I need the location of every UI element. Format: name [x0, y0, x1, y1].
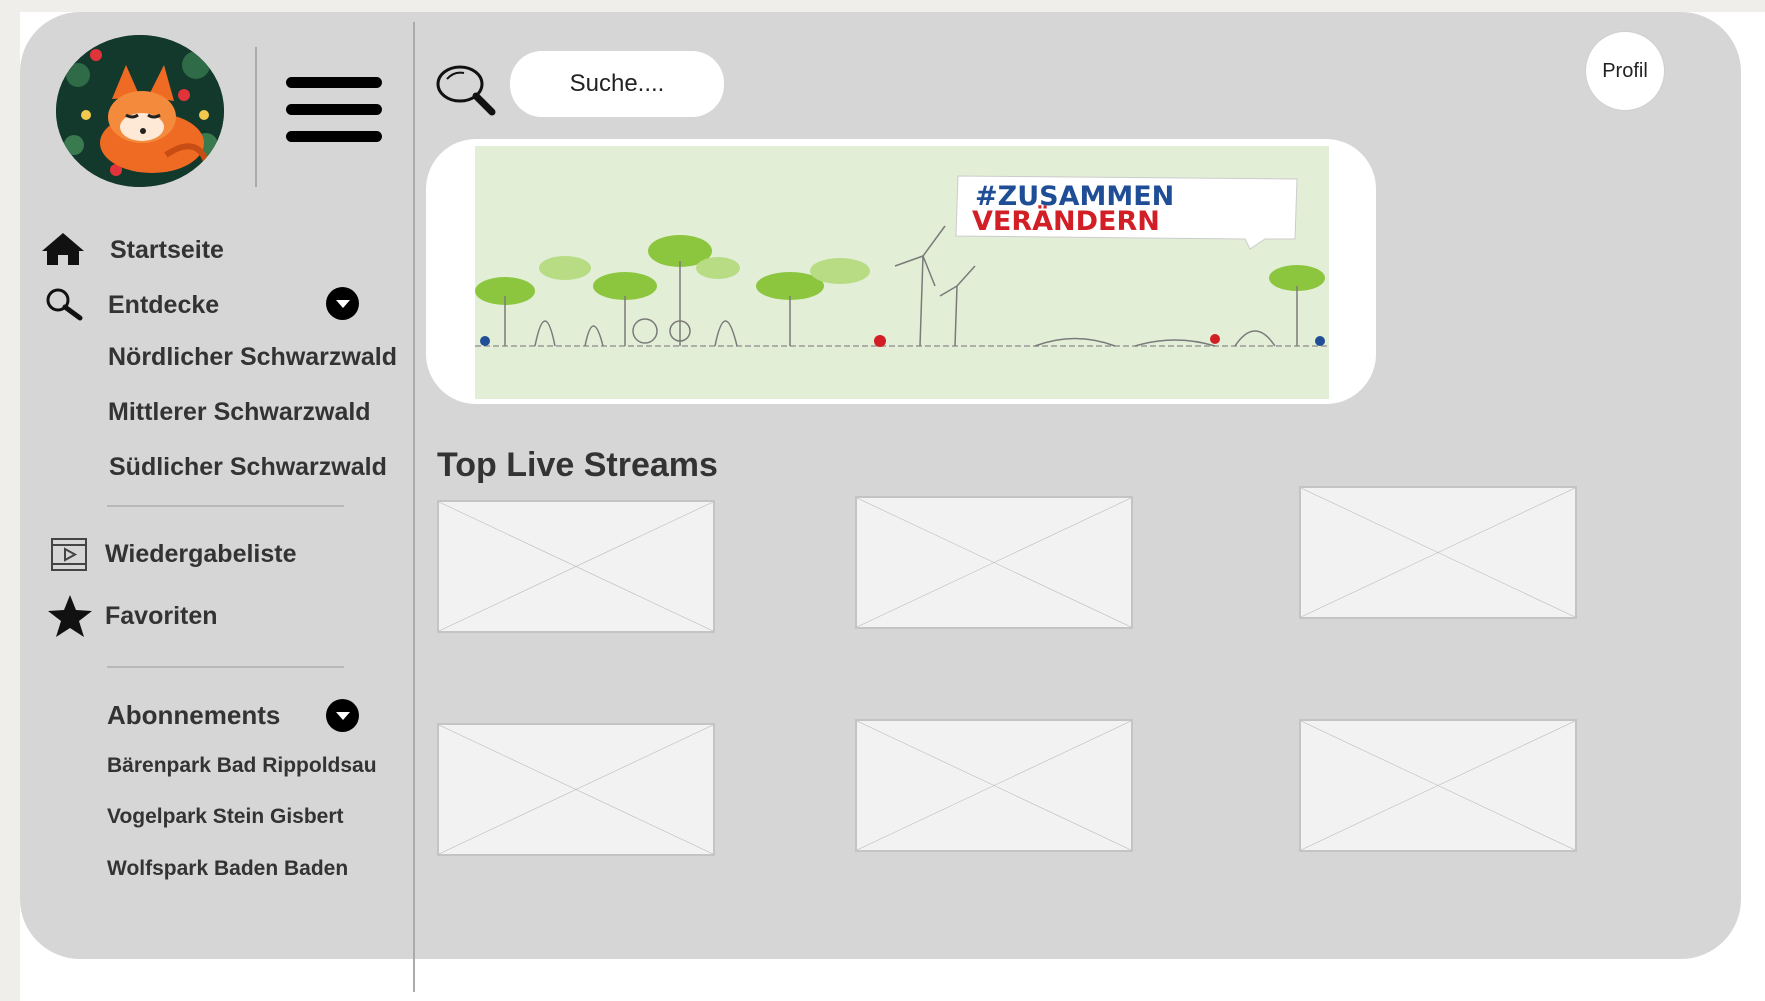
banner-slogan-text: VERÄNDERN: [972, 205, 1160, 237]
discover-sub-middle[interactable]: Mittlerer Schwarzwald: [108, 398, 371, 427]
image-placeholder-icon: [1301, 721, 1575, 850]
stream-thumbnail[interactable]: [437, 500, 715, 633]
logo-divider: [255, 47, 257, 187]
menu-bar: [286, 131, 382, 142]
subscriptions-expand-button[interactable]: [326, 699, 359, 732]
search-input[interactable]: [510, 51, 724, 117]
sidebar-separator: [107, 666, 344, 668]
subscription-item[interactable]: Bärenpark Bad Rippoldsau: [107, 754, 377, 778]
stream-thumbnail[interactable]: [1299, 486, 1577, 619]
banner-image: #ZUSAMMEN VERÄNDERN: [475, 146, 1329, 399]
window-left-strip: [0, 0, 20, 1001]
image-placeholder-icon: [857, 721, 1131, 850]
menu-bar: [286, 104, 382, 115]
hamburger-menu-button[interactable]: [286, 72, 382, 148]
star-icon: [48, 595, 92, 637]
image-placeholder-icon: [1301, 488, 1575, 617]
menu-bar: [286, 77, 382, 88]
image-placeholder-icon: [857, 498, 1131, 627]
sidebar-item-label: Entdecke: [108, 291, 220, 319]
window-top-strip: [0, 0, 1765, 12]
section-title-top-live-streams: Top Live Streams: [437, 446, 718, 484]
sidebar-item-label: Wiedergabeliste: [105, 540, 297, 568]
stream-thumbnail[interactable]: [1299, 719, 1577, 852]
discover-expand-button[interactable]: [326, 287, 359, 320]
sidebar-separator: [107, 505, 344, 507]
subscription-item[interactable]: Wolfspark Baden Baden: [107, 857, 348, 881]
sidebar-item-label: Favoriten: [105, 602, 218, 630]
sidebar-item-label: Startseite: [110, 236, 224, 264]
home-icon: [42, 233, 84, 265]
discover-sub-north[interactable]: Nördlicher Schwarzwald: [108, 343, 397, 372]
subscription-item[interactable]: Vogelpark Stein Gisbert: [107, 805, 344, 829]
banner-illustration: #ZUSAMMEN VERÄNDERN: [475, 146, 1329, 399]
fox-logo-avatar[interactable]: [56, 35, 224, 187]
playlist-icon: [51, 538, 87, 571]
image-placeholder-icon: [439, 725, 713, 854]
search-icon: [46, 288, 83, 321]
fox-logo-icon: [56, 35, 224, 187]
search-icon[interactable]: [434, 62, 498, 118]
sidebar-divider: [413, 22, 415, 992]
stream-thumbnail[interactable]: [855, 496, 1133, 629]
stream-thumbnail[interactable]: [855, 719, 1133, 852]
image-placeholder-icon: [439, 502, 713, 631]
profile-button[interactable]: Profil: [1585, 31, 1665, 111]
stream-thumbnail[interactable]: [437, 723, 715, 856]
discover-sub-south[interactable]: Südlicher Schwarzwald: [109, 453, 387, 482]
subscriptions-heading[interactable]: Abonnements: [107, 700, 280, 731]
